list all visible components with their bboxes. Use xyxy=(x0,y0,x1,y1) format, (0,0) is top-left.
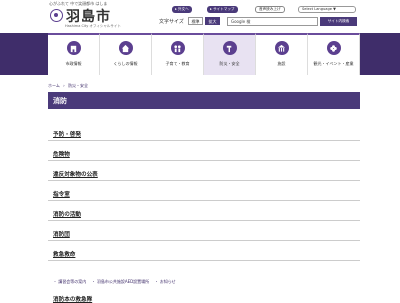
language-select[interactable]: Select Language ▼ xyxy=(298,6,356,13)
link-command-room[interactable]: 指令室 xyxy=(53,190,70,198)
building-icon xyxy=(66,41,81,55)
list-item: 消防団 xyxy=(48,223,360,243)
nav-item-facilities[interactable]: 施設 xyxy=(256,33,308,75)
breadcrumb-separator: › xyxy=(63,83,65,88)
city-logo-icon[interactable] xyxy=(50,9,63,22)
font-size-standard-button[interactable]: 標準 xyxy=(188,17,203,25)
city-name-en: Hashima City オフィシャルサイト xyxy=(65,24,121,28)
link-violations[interactable]: 違反対象物の公表 xyxy=(53,170,98,178)
main-content: ホーム › 防災・安全 消防 予防・啓発 危険物 違反対象物の公表 指令室 消防… xyxy=(48,75,360,303)
search-button[interactable]: サイト内検索 xyxy=(320,17,357,26)
list-item: 指令室 xyxy=(48,183,360,203)
link-emergency[interactable]: 救急救命 xyxy=(53,250,75,258)
link-aed-locations[interactable]: ・ 羽島市公共施設AED設置場所 xyxy=(92,279,150,284)
family-icon xyxy=(170,41,185,55)
list-item: 救急救命 xyxy=(48,243,360,263)
voice-reader-button[interactable]: 音声読み上げ xyxy=(255,6,285,13)
flower-icon xyxy=(326,41,341,55)
hammer-icon xyxy=(222,41,237,55)
link-fire-brigade[interactable]: 消防団 xyxy=(53,230,70,238)
link-ambulance[interactable]: 消防本の救急隊 xyxy=(53,295,92,303)
divider xyxy=(48,260,360,261)
list-item: 予防・啓発 xyxy=(48,123,360,143)
house-icon xyxy=(118,41,133,55)
font-size-large-button[interactable]: 拡大 xyxy=(205,17,220,25)
nav-item-living[interactable]: くらしの情報 xyxy=(100,33,152,75)
link-notices[interactable]: ・ お知らせ xyxy=(154,279,175,284)
facility-icon xyxy=(274,41,289,55)
nav-item-tourism[interactable]: 観光・イベント・産業 xyxy=(308,33,360,75)
sitemap-button[interactable]: ▸ サイトマップ xyxy=(207,6,238,13)
page-title-bar: 消防 xyxy=(48,92,360,109)
foreign-language-button[interactable]: ▸ 外文へ xyxy=(172,6,192,13)
divider xyxy=(48,200,360,201)
link-activities[interactable]: 消防の活動 xyxy=(53,210,81,218)
nav-item-city-info[interactable]: 市政情報 xyxy=(48,33,100,75)
list-item: 危険物 xyxy=(48,143,360,163)
site-header: 心がふれて 中で笑顔都市 はしま 羽島市 Hashima City オフィシャル… xyxy=(0,0,400,33)
divider xyxy=(48,240,360,241)
divider xyxy=(48,220,360,221)
nav-item-disaster-safety[interactable]: 防災・安全 xyxy=(204,33,256,75)
link-hazardous-materials[interactable]: 危険物 xyxy=(53,150,70,158)
search-input[interactable]: Google 検 xyxy=(227,17,318,26)
city-name[interactable]: 羽島市 xyxy=(66,6,111,26)
breadcrumb-home[interactable]: ホーム xyxy=(48,83,60,88)
page-title: 消防 xyxy=(53,97,67,105)
list-item: 違反対象物の公表 xyxy=(48,163,360,183)
list-item: 消防の活動 xyxy=(48,203,360,223)
link-lectures[interactable]: ・ 講習会等の案内 xyxy=(53,279,86,284)
breadcrumb: ホーム › 防災・安全 xyxy=(48,83,90,89)
divider xyxy=(48,160,360,161)
font-size-label: 文字サイズ xyxy=(159,19,184,25)
global-nav: 市政情報 くらしの情報 子育て・教育 防災・安全 施設 観光・イベント・産業 xyxy=(0,33,400,75)
link-prevention[interactable]: 予防・啓発 xyxy=(53,130,81,138)
nav-item-childcare[interactable]: 子育て・教育 xyxy=(152,33,204,75)
breadcrumb-disaster-safety[interactable]: 防災・安全 xyxy=(68,83,88,88)
link-list: 予防・啓発 危険物 違反対象物の公表 指令室 消防の活動 消防団 救急救命 xyxy=(48,123,360,263)
sub-links: ・ 講習会等の案内 ・ 羽島市公共施設AED設置場所 ・ お知らせ xyxy=(53,279,180,285)
divider xyxy=(48,180,360,181)
divider xyxy=(48,140,360,141)
